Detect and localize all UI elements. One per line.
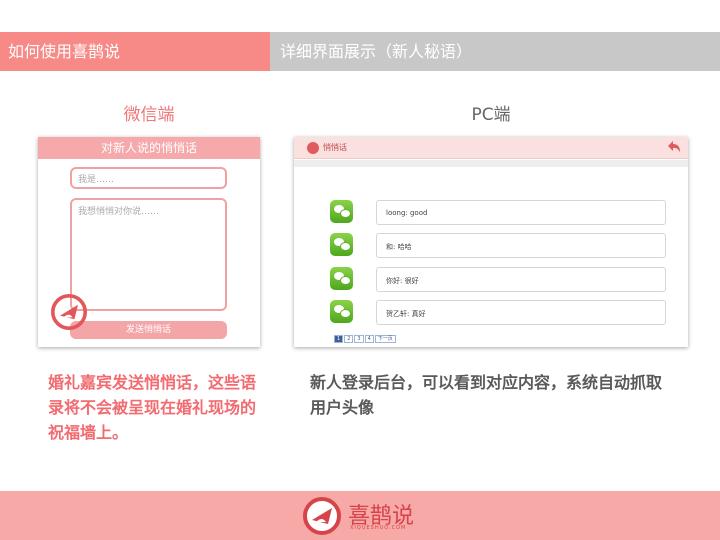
message-row: loong: good (330, 200, 666, 225)
message-textarea[interactable]: 我想悄悄对你说…… (70, 198, 227, 311)
message-field: loong: good (376, 200, 666, 225)
wechat-avatar-icon (330, 233, 353, 256)
wechat-avatar-icon (330, 267, 353, 290)
message-field: 你好: 很好 (376, 267, 666, 292)
message-row: 和: 哈哈 (330, 233, 666, 258)
pagination: 1 2 3 4 下一页 (334, 335, 396, 343)
pc-screenshot: 悄悄话 loong: good 和: 哈哈 你好: 很好 贺乙轩: 真好 1 2… (294, 137, 688, 347)
page-link[interactable]: 3 (354, 335, 364, 343)
name-input[interactable]: 我是…… (70, 167, 227, 189)
pc-description: 新人登录后台，可以看到对应内容，系统自动抓取用户头像 (310, 373, 663, 417)
pc-panel-header: 悄悄话 (294, 137, 688, 159)
weixin-screenshot: 对新人说的悄悄话 我是…… 我想悄悄对你说…… 发送悄悄话 (38, 137, 260, 347)
pc-panel-title: 悄悄话 (323, 143, 347, 152)
header-bar: 如何使用喜鹊说 详细界面展示（新人秘语） (0, 32, 720, 71)
header-left-title: 如何使用喜鹊说 (0, 32, 270, 71)
pc-column-title: PC端 (471, 105, 511, 125)
page-link[interactable]: 1 (334, 335, 344, 343)
send-whisper-button[interactable]: 发送悄悄话 (70, 321, 227, 339)
footer-bar: 喜鹊说 XIQUESHUO.COM (0, 491, 720, 540)
brand-url: XIQUESHUO.COM (350, 525, 407, 531)
page-link[interactable]: 2 (344, 335, 354, 343)
message-row: 你好: 很好 (330, 267, 666, 292)
next-page-link[interactable]: 下一页 (374, 335, 396, 343)
message-row: 贺乙轩: 真好 (330, 300, 666, 325)
header-right-title: 详细界面展示（新人秘语） (270, 32, 720, 71)
xiqueshuo-logo-icon (303, 497, 341, 535)
whisper-icon (307, 142, 319, 154)
wechat-avatar-icon (330, 200, 353, 223)
weixin-panel-title: 对新人说的悄悄话 (38, 137, 260, 159)
message-field: 和: 哈哈 (376, 233, 666, 258)
message-field: 贺乙轩: 真好 (376, 300, 666, 325)
weixin-description: 婚礼嘉宾发送悄悄话，这些语录将不会被呈现在婚礼现场的祝福墙上。 (48, 373, 257, 442)
pc-toolbar-strip (294, 160, 688, 167)
back-arrow-icon[interactable] (666, 139, 682, 155)
wechat-avatar-icon (330, 300, 353, 323)
xiqueshuo-logo-icon (51, 294, 87, 330)
weixin-column-title: 微信端 (123, 105, 175, 125)
page-link[interactable]: 4 (364, 335, 374, 343)
